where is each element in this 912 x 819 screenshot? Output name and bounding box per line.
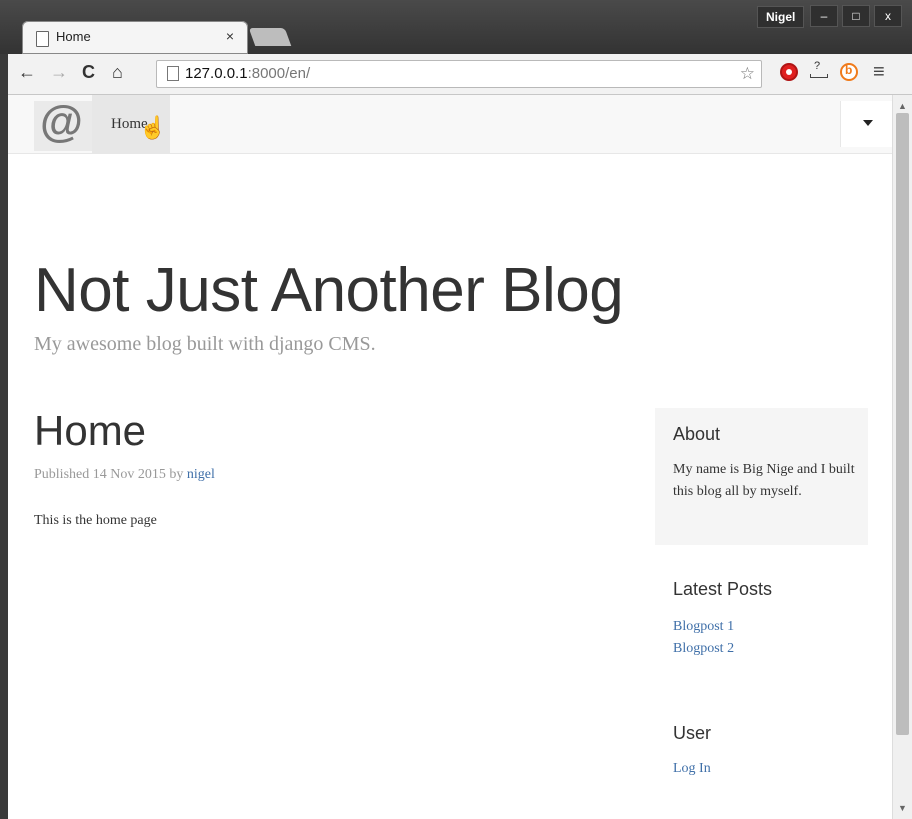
chrome-menu-icon[interactable]: ≡: [873, 61, 885, 84]
maximize-button[interactable]: □: [842, 5, 870, 27]
latest-post-link[interactable]: Blogpost 1: [673, 619, 734, 635]
scrollbar-thumb[interactable]: [896, 113, 909, 735]
hand-cursor-icon: ☝: [139, 115, 167, 140]
about-panel: About My name is Big Nige and I built th…: [655, 408, 868, 545]
navbar-dropdown-toggle[interactable]: [840, 101, 892, 147]
scroll-down-icon[interactable]: ▼: [898, 803, 907, 813]
site-navbar: @ Home ☝: [8, 95, 892, 154]
reload-button[interactable]: C: [82, 62, 95, 83]
post-title: Home: [34, 407, 147, 454]
latest-posts-heading: Latest Posts: [673, 579, 773, 599]
user-heading: User: [673, 723, 712, 743]
vertical-scrollbar[interactable]: ▲ ▼: [892, 95, 912, 819]
minimize-button[interactable]: –: [810, 5, 838, 27]
download-extension-icon[interactable]: [809, 60, 828, 79]
page-icon: [36, 31, 49, 47]
site-tagline: My awesome blog built with django CMS.: [34, 333, 376, 355]
at-icon: @: [40, 97, 83, 146]
home-button[interactable]: ⌂: [112, 62, 123, 83]
opera-extension-icon[interactable]: [780, 63, 798, 81]
profile-button[interactable]: Nigel: [757, 6, 805, 28]
bookmark-star-icon[interactable]: ☆: [740, 64, 755, 84]
post-meta: Published 14 Nov 2015 by nigel: [34, 467, 215, 482]
page-viewport: @ Home ☝ Not Just Another Blog My awesom…: [8, 95, 892, 819]
site-title: Not Just Another Blog: [34, 256, 624, 325]
scroll-up-icon[interactable]: ▲: [898, 101, 907, 111]
author-link[interactable]: nigel: [187, 467, 215, 482]
login-link[interactable]: Log In: [673, 761, 711, 777]
back-button[interactable]: ←: [18, 62, 36, 83]
browser-toolbar: ← → C ⌂ 127.0.0.1:8000/en/ ☆ ≡: [8, 54, 912, 95]
brand-logo[interactable]: @: [34, 97, 92, 151]
bitly-extension-icon[interactable]: [840, 63, 858, 81]
title-bar: Home × Nigel – □ x: [0, 0, 912, 54]
forward-button[interactable]: →: [50, 62, 68, 83]
caret-down-icon: [863, 120, 873, 126]
close-window-button[interactable]: x: [874, 5, 902, 27]
browser-window: Home × Nigel – □ x ← → C ⌂ 127.0.0.1:800…: [0, 0, 912, 819]
post-body: This is the home page: [34, 513, 157, 528]
tab-home[interactable]: Home ×: [22, 21, 248, 54]
latest-post-link[interactable]: Blogpost 2: [673, 641, 734, 657]
new-tab-button[interactable]: [248, 28, 292, 46]
address-bar[interactable]: 127.0.0.1:8000/en/ ☆: [156, 60, 762, 88]
tab-close-icon[interactable]: ×: [226, 28, 234, 44]
about-heading: About: [673, 424, 721, 444]
tab-title: Home: [56, 29, 91, 44]
about-text: My name is Big Nige and I built this blo…: [673, 462, 855, 499]
url-text[interactable]: 127.0.0.1:8000/en/: [185, 65, 310, 82]
page-info-icon[interactable]: [167, 66, 179, 81]
